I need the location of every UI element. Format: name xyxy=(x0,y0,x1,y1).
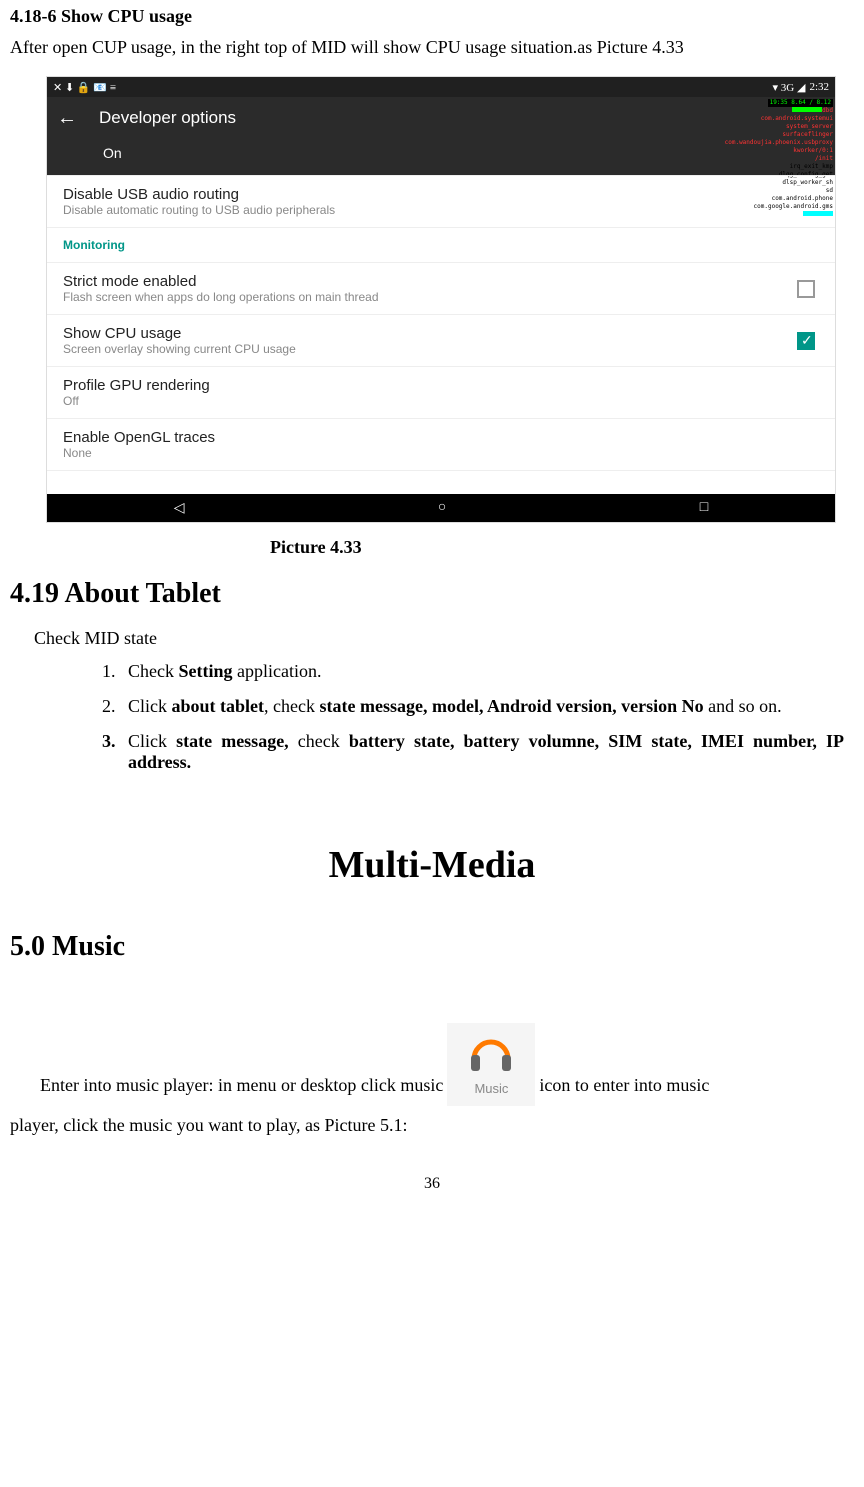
setting-subtitle: None xyxy=(63,446,819,460)
nav-home-icon[interactable]: ○ xyxy=(438,500,446,516)
screen-title: Developer options xyxy=(99,108,236,128)
setting-strict-mode[interactable]: Strict mode enabled Flash screen when ap… xyxy=(47,262,835,314)
music-text-a: Enter into music player: in menu or desk… xyxy=(40,1066,443,1106)
settings-list: Disable USB audio routing Disable automa… xyxy=(47,175,835,494)
android-nav-bar: ◁ ○ □ xyxy=(47,494,835,522)
nav-back-icon[interactable]: ◁ xyxy=(174,500,185,517)
signal-icon: ▾ 3G ◢ xyxy=(773,81,806,94)
setting-profile-gpu[interactable]: Profile GPU rendering Off xyxy=(47,366,835,418)
paragraph-music: Enter into music player: in menu or desk… xyxy=(10,1023,854,1145)
on-toggle-label[interactable]: On xyxy=(47,139,835,175)
headphones-icon xyxy=(464,1029,518,1073)
status-time: 2:32 xyxy=(809,81,829,93)
section-heading-music: 5.0 Music xyxy=(10,931,854,963)
setting-title: Profile GPU rendering xyxy=(63,377,819,394)
paragraph-cpu-intro: After open CUP usage, in the right top o… xyxy=(10,37,854,58)
figure-caption: Picture 4.33 xyxy=(270,537,854,558)
setting-show-cpu-usage[interactable]: Show CPU usage Screen overlay showing cu… xyxy=(47,314,835,366)
checkbox-checked[interactable] xyxy=(797,332,815,350)
setting-disable-usb-audio[interactable]: Disable USB audio routing Disable automa… xyxy=(47,175,835,227)
setting-subtitle: Off xyxy=(63,394,819,408)
cpu-proc: /init xyxy=(725,155,833,163)
setting-title: Disable USB audio routing xyxy=(63,186,819,203)
cpu-proc: com.android.systemui xyxy=(725,115,833,123)
li-text: Click xyxy=(128,731,176,751)
status-bar-icons: ✕ ⬇ 🔒 📧 ≡ xyxy=(53,81,116,94)
list-item: Click state message, check battery state… xyxy=(120,731,854,773)
setting-subtitle: Disable automatic routing to USB audio p… xyxy=(63,203,819,217)
cpu-bar xyxy=(792,107,822,112)
section-heading-about-tablet: 4.19 About Tablet xyxy=(10,578,854,610)
setting-title: Strict mode enabled xyxy=(63,273,819,290)
cpu-proc: irq_exit_kmp xyxy=(725,163,833,171)
nav-recent-icon[interactable]: □ xyxy=(700,500,708,516)
li-text: Click xyxy=(128,696,172,716)
list-item: Click about tablet, check state message,… xyxy=(120,696,854,717)
back-arrow-icon[interactable]: ← xyxy=(57,107,77,130)
li-text: Check xyxy=(128,661,178,681)
section-heading-cpu: 4.18-6 Show CPU usage xyxy=(10,6,854,27)
setting-title: Enable OpenGL traces xyxy=(63,429,819,446)
li-bold: state message, xyxy=(176,731,298,751)
blank-row xyxy=(47,470,835,494)
li-bold: Setting xyxy=(178,661,232,681)
setting-subtitle: Screen overlay showing current CPU usage xyxy=(63,342,819,356)
checkbox-unchecked[interactable] xyxy=(797,280,815,298)
li-bold: about tablet xyxy=(172,696,265,716)
cpu-proc: dbd xyxy=(822,107,833,114)
li-text: , check xyxy=(264,696,319,716)
li-text: and so on. xyxy=(704,696,782,716)
cpu-proc: surfaceflinger xyxy=(725,131,833,139)
music-text-c: player, click the music you want to play… xyxy=(10,1106,854,1146)
setting-subtitle: Flash screen when apps do long operation… xyxy=(63,290,819,304)
cpu-overlay-top: 19:35 8.64 / 8.12 xyxy=(768,99,833,107)
li-text: check xyxy=(298,731,349,751)
li-text: application. xyxy=(232,661,321,681)
category-label: Monitoring xyxy=(63,238,819,252)
chapter-heading-multi-media: Multi-Media xyxy=(10,843,854,887)
music-icon-label: Music xyxy=(474,1075,508,1104)
music-app-icon: Music xyxy=(447,1023,535,1106)
setting-title: Show CPU usage xyxy=(63,325,819,342)
setting-opengl-traces[interactable]: Enable OpenGL traces None xyxy=(47,418,835,470)
cpu-proc: system_server xyxy=(725,123,833,131)
android-status-bar: ✕ ⬇ 🔒 📧 ≡ ▾ 3G ◢ 2:32 xyxy=(47,77,835,97)
list-item: Check Setting application. xyxy=(120,661,854,682)
li-bold: state message, model, Android version, v… xyxy=(319,696,703,716)
screenshot-developer-options: ✕ ⬇ 🔒 📧 ≡ ▾ 3G ◢ 2:32 ← Developer option… xyxy=(46,76,836,523)
setting-category-monitoring: Monitoring xyxy=(47,227,835,262)
instructions-list: Check Setting application. Click about t… xyxy=(120,661,854,773)
paragraph-check-mid: Check MID state xyxy=(34,628,854,649)
cpu-proc: kworker/0:1 xyxy=(725,147,833,155)
cpu-proc: com.wandoujia.phoenix.usbproxy xyxy=(725,139,833,147)
music-text-b: icon to enter into music xyxy=(539,1066,709,1106)
app-title-bar: ← Developer options xyxy=(47,97,835,139)
page-number: 36 xyxy=(10,1175,854,1193)
